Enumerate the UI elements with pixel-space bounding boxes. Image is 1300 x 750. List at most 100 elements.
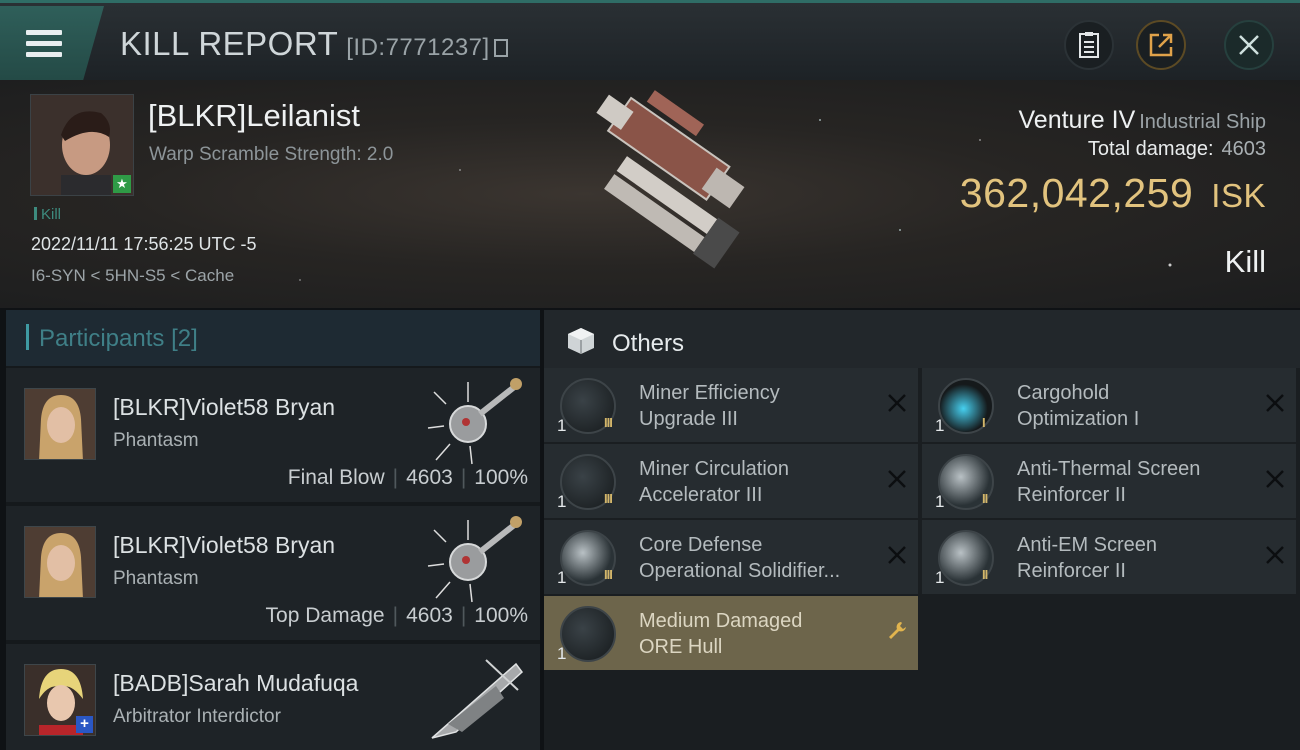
clipboard-button[interactable] — [1064, 20, 1114, 70]
ship-type[interactable]: Venture IV Industrial Ship — [1019, 106, 1267, 135]
item-tier-badge: I — [982, 415, 986, 430]
item-name-line2: Optimization I — [1017, 408, 1140, 430]
plus-badge-icon: + — [76, 716, 93, 733]
item-quantity: 1 — [557, 416, 567, 435]
participant-card[interactable]: [BLKR]Violet58 Bryan Phantasm Final Blow… — [6, 368, 540, 502]
header-accent — [26, 324, 29, 350]
warp-scramble-strength: Warp Scramble Strength: 2.0 — [149, 144, 394, 165]
item-quantity: 1 — [935, 492, 945, 511]
item-core-defense[interactable]: 1 III Core Defense Operational Solidifier… — [544, 520, 918, 594]
item-damaged-hull[interactable]: 1 Medium Damaged ORE Hull — [544, 596, 918, 670]
participant-ship: Arbitrator Interdictor — [113, 706, 281, 727]
item-name-line1: Miner Efficiency — [639, 382, 780, 404]
victim-ship-image — [596, 90, 745, 269]
others-title: Others — [612, 330, 685, 357]
item-name-line1: Core Defense — [639, 534, 763, 556]
item-miner-efficiency[interactable]: 1 III Miner Efficiency Upgrade III — [544, 368, 918, 442]
cube-icon — [568, 328, 594, 354]
destroyed-x-icon — [888, 546, 906, 564]
wrench-icon — [889, 622, 906, 639]
item-cargohold-optimization[interactable]: 1 I Cargohold Optimization I — [922, 368, 1296, 442]
menu-button[interactable] — [0, 6, 104, 80]
participant-role: Final Blow — [287, 466, 385, 489]
item-quantity: 1 — [557, 644, 567, 663]
item-name: Cargohold Optimization I — [1017, 380, 1257, 432]
item-anti-thermal[interactable]: 1 II Anti-Thermal Screen Reinforcer II — [922, 444, 1296, 518]
participant-portrait[interactable] — [24, 388, 96, 460]
page-title: KILL REPORT [ID:7771237] — [120, 25, 508, 63]
others-panel: Others 1 III Miner Efficiency Upgrade III… — [544, 310, 1300, 750]
item-name-line1: Cargohold — [1017, 382, 1110, 404]
participant-percent: 100% — [474, 466, 528, 489]
destroyed-x-icon — [888, 470, 906, 488]
participant-card[interactable]: + [BADB]Sarah Mudafuqa Arbitrator Interd… — [6, 644, 540, 750]
header-bar: KILL REPORT [ID:7771237] — [0, 0, 1300, 80]
item-tier-badge: II — [982, 491, 988, 506]
share-button[interactable] — [1136, 20, 1186, 70]
ship-name: Venture IV — [1018, 106, 1136, 134]
participant-card[interactable]: [BLKR]Violet58 Bryan Phantasm Top Damage… — [6, 506, 540, 640]
item-name-line2: Operational Solidifier... — [639, 560, 841, 582]
item-quantity: 1 — [557, 568, 567, 587]
ship-class: Industrial Ship — [1139, 111, 1266, 133]
item-name-line2: Upgrade III — [639, 408, 738, 430]
total-damage-value: 4603 — [1221, 138, 1267, 160]
kill-result: Kill — [1224, 244, 1266, 279]
module-icon — [938, 378, 994, 434]
hull-icon — [560, 606, 616, 662]
victim-portrait[interactable]: ★ — [30, 94, 134, 196]
participant-ship: Phantasm — [113, 430, 199, 451]
participants-panel: Participants [2] [BLKR]Violet58 Bryan Ph… — [6, 310, 540, 750]
participant-ship: Phantasm — [113, 568, 199, 589]
item-name-line1: Anti-EM Screen — [1017, 534, 1158, 556]
item-miner-circulation[interactable]: 1 III Miner Circulation Accelerator III — [544, 444, 918, 518]
item-name: Anti-Thermal Screen Reinforcer II — [1017, 456, 1257, 508]
close-button[interactable] — [1224, 20, 1274, 70]
close-icon — [1239, 35, 1259, 55]
item-quantity: 1 — [935, 416, 945, 435]
item-name-line2: ORE Hull — [639, 636, 723, 658]
share-icon — [1149, 33, 1173, 57]
total-damage-label: Total damage: — [1087, 138, 1214, 160]
kill-tag: Kill — [34, 206, 61, 223]
destroyed-x-icon — [888, 394, 906, 412]
item-name-line2: Reinforcer II — [1017, 484, 1126, 506]
participant-ship-image — [427, 516, 522, 603]
copy-icon[interactable] — [493, 39, 508, 57]
participant-damage: 4603 — [406, 466, 453, 489]
item-anti-em[interactable]: 1 II Anti-EM Screen Reinforcer II — [922, 520, 1296, 594]
isk-amount: 362,042,259 — [959, 170, 1194, 216]
item-name: Miner Circulation Accelerator III — [639, 456, 879, 508]
participant-stats: Top Damage | 4603 | 100% — [265, 604, 528, 627]
participant-portrait[interactable] — [24, 526, 96, 598]
victim-summary: ★ [BLKR]Leilanist Warp Scramble Strength… — [0, 80, 1300, 308]
destroyed-x-icon — [1266, 546, 1284, 564]
item-name-line1: Medium Damaged — [639, 610, 803, 632]
item-name-line1: Miner Circulation — [639, 458, 790, 480]
kill-location[interactable]: I6-SYN < 5HN-S5 < Cache — [31, 266, 234, 286]
item-tier-badge: III — [604, 491, 613, 506]
participants-title: Participants — [39, 325, 165, 352]
item-name: Core Defense Operational Solidifier... — [639, 532, 879, 584]
favorite-star-icon: ★ — [113, 175, 131, 193]
isk-unit: ISK — [1211, 177, 1266, 214]
participant-name: [BLKR]Violet58 Bryan — [113, 394, 336, 420]
item-quantity: 1 — [935, 568, 945, 587]
participant-portrait[interactable]: + — [24, 664, 96, 736]
clipboard-icon — [1079, 32, 1099, 58]
participant-damage: 4603 — [406, 604, 453, 627]
participant-name: [BADB]Sarah Mudafuqa — [113, 670, 359, 696]
kill-datetime: 2022/11/11 17:56:25 UTC -5 — [31, 234, 257, 254]
item-name: Miner Efficiency Upgrade III — [639, 380, 879, 432]
participant-stats: Final Blow | 4603 | 100% — [287, 466, 528, 489]
title-text: KILL REPORT — [120, 25, 339, 62]
item-name-line1: Anti-Thermal Screen — [1017, 458, 1201, 480]
participants-count: [2] — [171, 325, 198, 352]
item-name: Medium Damaged ORE Hull — [639, 608, 879, 660]
item-name-line2: Accelerator III — [639, 484, 763, 506]
item-tier-badge: III — [604, 567, 613, 582]
kill-id: [ID:7771237] — [346, 34, 490, 61]
total-damage: Total damage: 4603 — [1088, 138, 1266, 161]
participants-header: Participants [2] — [6, 310, 540, 366]
victim-name[interactable]: [BLKR]Leilanist — [148, 98, 360, 134]
